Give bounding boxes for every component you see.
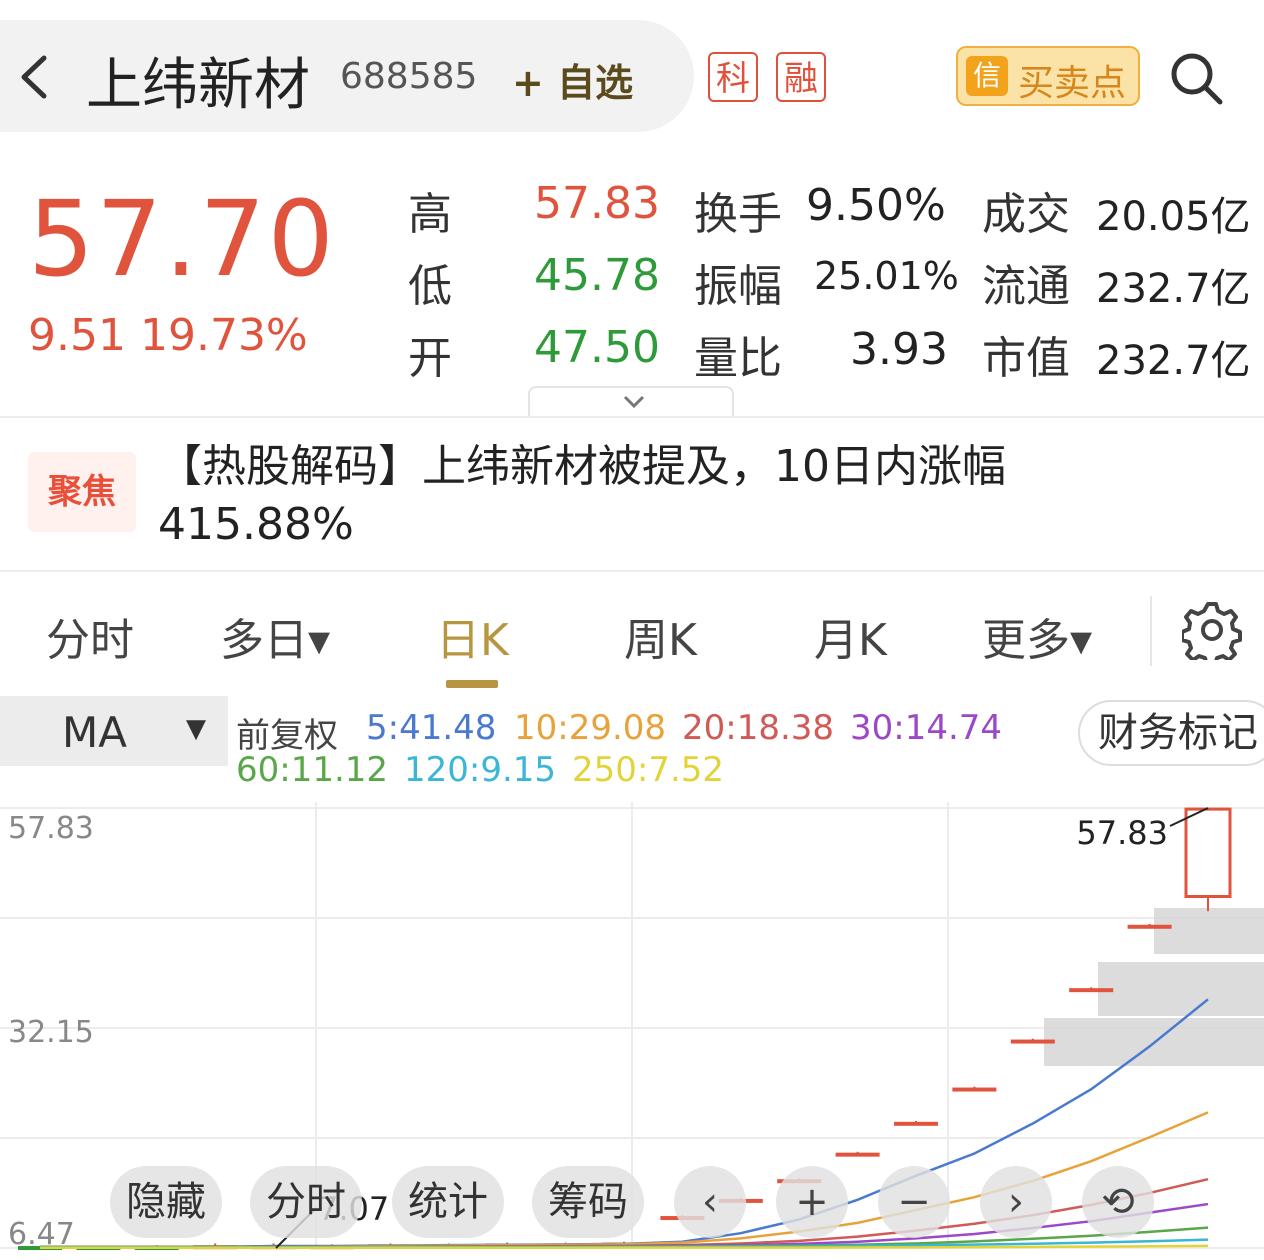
- search-icon[interactable]: [1168, 50, 1224, 106]
- market-cap-label: 市值: [982, 333, 1070, 384]
- tab-daily-k[interactable]: 日K: [436, 604, 509, 668]
- tab-multiday[interactable]: 多日▾: [220, 604, 330, 668]
- add-watchlist-button[interactable]: + 自选: [512, 52, 633, 107]
- open-value: 47.50: [534, 322, 660, 373]
- y-axis-label: 57.83: [8, 811, 94, 846]
- change-value: 9.51: [28, 310, 126, 361]
- change-percent: 19.73%: [139, 310, 308, 361]
- divider: [0, 570, 1264, 572]
- candle-body: [894, 1121, 938, 1126]
- price-change: 9.51 19.73%: [28, 310, 308, 361]
- hide-button[interactable]: 隐藏: [110, 1166, 222, 1238]
- chevron-right-icon[interactable]: ›: [980, 1166, 1052, 1238]
- tab-weekly-k[interactable]: 周K: [624, 604, 697, 668]
- trade-points-label: 买卖点: [1018, 63, 1127, 104]
- stock-code: 688585: [340, 56, 478, 97]
- amplitude-label: 振幅: [694, 261, 782, 312]
- high-label: 高: [408, 189, 452, 240]
- amount-value: 20.05亿: [1096, 194, 1251, 240]
- ma-legend-10: 10:29.08: [514, 708, 667, 748]
- statistics-button[interactable]: 统计: [392, 1166, 504, 1238]
- news-headline[interactable]: 【热股解码】上纬新材被提及，10日内涨幅415.88%: [158, 438, 1158, 554]
- active-tab-indicator: [446, 680, 498, 688]
- chip-distribution-bar: [1098, 962, 1264, 1016]
- high-annotation: 57.83: [1076, 814, 1168, 852]
- divider: [0, 416, 1264, 418]
- ma-legend-30: 30:14.74: [850, 708, 1003, 748]
- chips-button[interactable]: 筹码: [532, 1166, 644, 1238]
- candle-body: [1127, 924, 1172, 929]
- amplitude-value: 25.01%: [814, 254, 959, 298]
- volume-ratio-value: 3.93: [850, 324, 948, 375]
- dropdown-arrow-icon: ▼: [186, 714, 206, 744]
- volume-ratio-label: 量比: [694, 333, 782, 384]
- plus-icon[interactable]: +: [776, 1166, 848, 1238]
- ma-legend-120: 120:9.15: [404, 750, 557, 790]
- star-market-tag: 科: [708, 52, 758, 102]
- open-label: 开: [408, 333, 452, 384]
- amount-label: 成交: [982, 189, 1070, 240]
- back-button[interactable]: [14, 52, 54, 102]
- ma-selector-label: MA: [62, 708, 127, 757]
- market-cap-value: 232.7亿: [1096, 338, 1251, 384]
- intraday-button[interactable]: 分时: [250, 1166, 362, 1238]
- finance-marker-button[interactable]: 财务标记: [1078, 700, 1264, 766]
- tab-intraday[interactable]: 分时: [46, 604, 134, 668]
- ma-legend-60: 60:11.12: [236, 750, 389, 790]
- chip-distribution-bar: [1154, 908, 1264, 954]
- float-cap-label: 流通: [982, 261, 1070, 312]
- ma-legend-250: 250:7.52: [572, 750, 725, 790]
- stock-name: 上纬新材: [86, 53, 310, 118]
- ma-legend-5: 5:41.48: [366, 708, 497, 748]
- candle-body: [835, 1152, 880, 1157]
- refresh-icon[interactable]: ⟲: [1082, 1166, 1154, 1238]
- last-price: 57.70: [28, 178, 336, 300]
- tab-monthly-k[interactable]: 月K: [814, 604, 887, 668]
- low-label: 低: [408, 261, 452, 312]
- expand-quote-button[interactable]: [528, 386, 734, 418]
- high-value: 57.83: [534, 178, 660, 229]
- candle-body: [1184, 807, 1232, 898]
- candle-body: [1069, 988, 1114, 993]
- tab-more[interactable]: 更多▾: [982, 604, 1092, 668]
- margin-trading-tag: 融: [776, 52, 826, 102]
- candle-body: [952, 1087, 997, 1092]
- focus-badge: 聚焦: [28, 452, 136, 532]
- chevron-down-icon: [623, 395, 645, 409]
- turnover-value: 9.50%: [806, 180, 946, 231]
- gear-icon[interactable]: [1182, 600, 1242, 660]
- float-cap-value: 232.7亿: [1096, 266, 1251, 312]
- trade-points-icon: 信: [966, 56, 1008, 96]
- ma-legend-20: 20:18.38: [682, 708, 835, 748]
- low-value: 45.78: [534, 250, 660, 301]
- candle-body: [1010, 1039, 1055, 1044]
- turnover-label: 换手: [694, 189, 782, 240]
- y-axis-label: 32.15: [8, 1015, 94, 1050]
- divider: [1150, 596, 1152, 666]
- minus-icon[interactable]: −: [878, 1166, 950, 1238]
- trade-points-button[interactable]: 信 买卖点: [956, 46, 1140, 106]
- chevron-left-icon[interactable]: ‹: [674, 1166, 746, 1238]
